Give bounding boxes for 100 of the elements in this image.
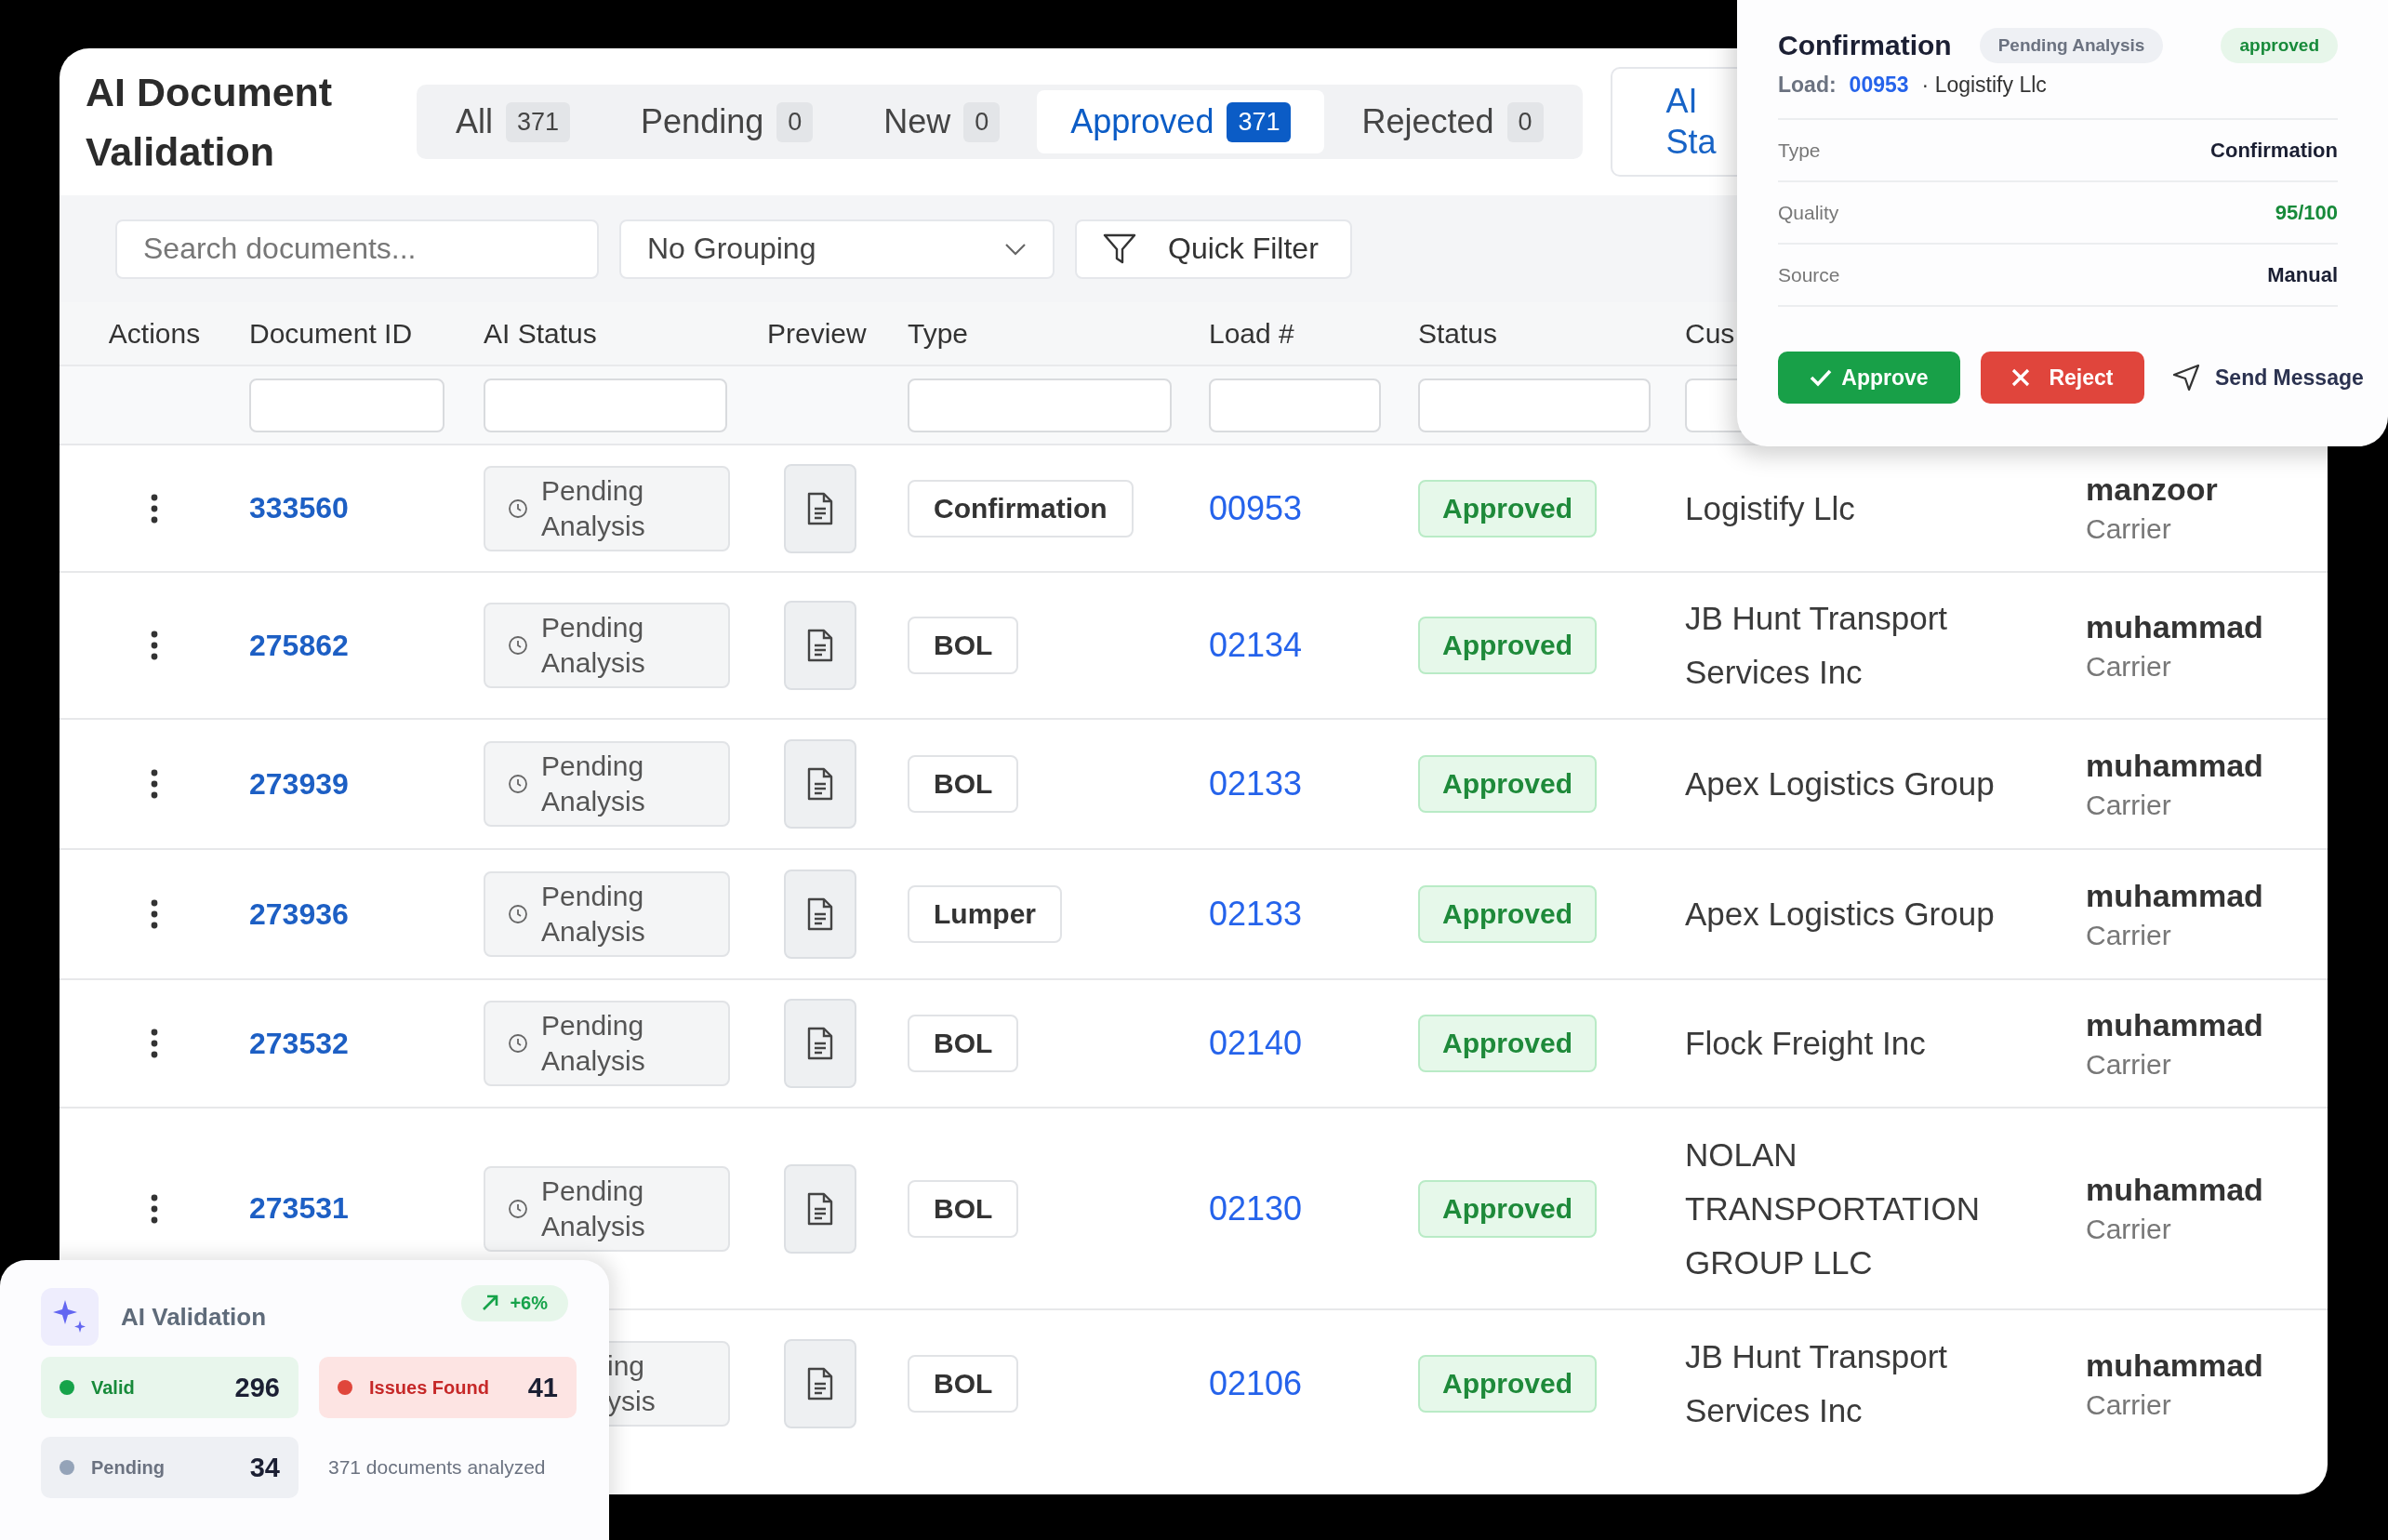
field-label: Quality [1778,201,1839,224]
user-name: muhammad [2086,1172,2263,1208]
ai-status-text: Pending Analysis [541,1174,646,1243]
stat-value: 41 [527,1372,558,1403]
clock-icon [508,904,528,924]
clock-icon [508,635,528,656]
user-name: muhammad [2086,1006,2263,1043]
user-name: manzoor [2086,471,2218,508]
document-id-link[interactable]: 273939 [249,766,349,802]
user-name: muhammad [2086,608,2263,645]
status-tag: Approved [1418,885,1597,943]
document-id-link[interactable]: 333560 [249,491,349,525]
filter-tab[interactable]: New 0 [850,90,1034,153]
preview-button[interactable] [784,1163,856,1254]
document-icon [806,1027,834,1060]
ai-status-text: ing ysis [607,1349,657,1418]
filter-tab[interactable]: All 371 [422,90,604,153]
user-role: Carrier [2086,919,2171,951]
column-header: Document ID [249,317,414,350]
preview-button[interactable] [784,463,856,553]
customer-name: Logistify Llc [1685,488,1856,528]
field-value: 95/100 [2275,200,2338,225]
user-name: muhammad [2086,747,2263,784]
preview-button[interactable] [784,601,856,690]
load-link[interactable]: 02140 [1209,1024,1303,1063]
preview-button[interactable] [784,870,856,959]
more-options-icon[interactable] [150,631,159,660]
column-filter-field[interactable] [1209,378,1381,432]
count-badge: 0 [1506,101,1544,142]
status-tag: Approved [1418,1015,1597,1072]
load-link[interactable]: 00953 [1849,73,1909,98]
checkmark-icon [1810,368,1833,387]
document-id-link[interactable]: 273531 [249,1191,349,1226]
filter-tab[interactable]: Approved 371 [1037,90,1325,153]
user-role: Carrier [2086,789,2171,821]
load-link[interactable]: 00953 [1209,488,1303,528]
customer-name: JB Hunt Transport Services Inc [1685,599,1949,692]
user-role: Carrier [2086,1388,2171,1421]
quick-filter-button[interactable]: Quick Filter [1075,219,1352,279]
document-icon [806,1367,834,1401]
stat-value: 296 [234,1372,280,1403]
filter-tab[interactable]: Rejected 0 [1328,90,1577,153]
type-tag: BOL [908,1179,1019,1238]
grouping-dropdown[interactable]: No Grouping [619,219,1055,279]
chevron-down-icon [1004,242,1027,256]
customer-name: · Logistify Llc [1921,73,2047,98]
more-options-icon[interactable] [150,1193,159,1224]
clock-icon [508,1198,528,1219]
clock-icon [508,774,528,794]
column-filter-field[interactable] [908,378,1172,432]
column-header: Load # [1209,317,1295,350]
document-id-link[interactable]: 273936 [249,896,349,932]
column-filter-field[interactable] [484,378,727,432]
load-link[interactable]: 02133 [1209,764,1303,803]
type-tag: BOL [908,617,1019,674]
reject-button[interactable]: Reject [1981,352,2144,404]
send-message-button[interactable]: Send Message [2165,352,2364,404]
approve-button[interactable]: Approve [1778,352,1960,404]
page-title: AI Document Validation [86,69,334,176]
document-icon [806,767,834,801]
column-header: Status [1418,317,1499,350]
user-role: Carrier [2086,513,2171,545]
arrow-up-right-icon [482,1294,499,1311]
count-badge: 371 [1227,101,1292,142]
document-id-link[interactable]: 275862 [249,628,349,663]
trend-badge: +6% [461,1284,568,1321]
load-label: Load: [1778,73,1837,98]
count-badge: 371 [506,101,571,142]
user-name: muhammad [2086,1347,2263,1384]
filter-tab[interactable]: Pending 0 [607,90,847,153]
status-tag: Approved [1418,1355,1597,1413]
close-icon [2011,368,2031,387]
load-link[interactable]: 02106 [1209,1364,1303,1403]
column-filter-field[interactable] [1418,378,1651,432]
stat-value: 34 [249,1452,280,1483]
column-header: Cus [1685,317,1736,350]
type-tag: BOL [908,1015,1019,1072]
document-id-link[interactable]: 273532 [249,1026,349,1061]
preview-button[interactable] [784,999,856,1088]
user-role: Carrier [2086,650,2171,683]
search-field[interactable]: Search documents... [115,219,599,279]
more-options-icon[interactable] [150,493,159,524]
more-options-icon[interactable] [150,769,159,799]
load-link[interactable]: 02134 [1209,626,1303,665]
card-title: AI Validation [121,1302,267,1332]
customer-name: Flock Freight Inc [1685,1024,1927,1063]
stat-label: Pending [91,1456,165,1479]
load-link[interactable]: 02130 [1209,1188,1303,1228]
status-badge: approved [2221,28,2338,63]
preview-button[interactable] [784,1339,856,1428]
more-options-icon[interactable] [150,899,159,929]
load-link[interactable]: 02133 [1209,895,1303,934]
column-filter-field[interactable] [249,378,444,432]
preview-button[interactable] [784,739,856,829]
clock-icon [508,1033,528,1054]
ai-status-text: Pending Analysis [541,1009,646,1078]
document-icon [806,1191,834,1226]
more-options-icon[interactable] [150,1029,159,1058]
stat-label: Valid [91,1376,135,1399]
filter-icon [1103,232,1136,265]
